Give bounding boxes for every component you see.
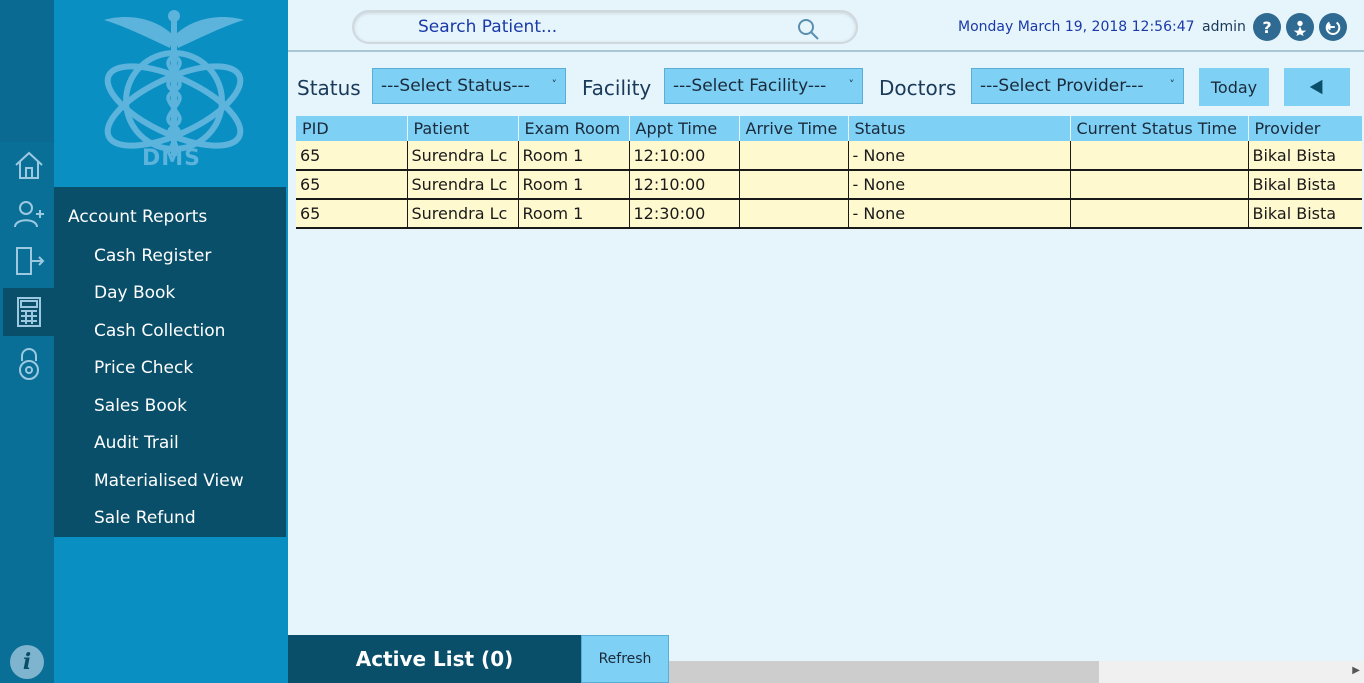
provider-select-value: ---Select Provider---: [980, 76, 1144, 96]
menu-item-price-check[interactable]: Price Check: [94, 358, 193, 378]
help-icon[interactable]: ?: [1253, 13, 1281, 41]
column-header[interactable]: Appt Time: [629, 116, 740, 141]
table-cell: Surendra Lc: [407, 141, 519, 171]
triangle-left-icon: [1309, 79, 1323, 95]
active-list-label[interactable]: Active List (0): [288, 635, 581, 683]
logout-icon[interactable]: [1319, 13, 1347, 41]
menu-title[interactable]: Account Reports: [68, 207, 207, 227]
menu-item-cash-register[interactable]: Cash Register: [94, 246, 211, 266]
username: admin: [1202, 19, 1246, 35]
facility-label: Facility: [582, 76, 652, 100]
table-cell: [739, 170, 849, 200]
datetime-display: Monday March 19, 2018 12:56:47: [958, 19, 1195, 35]
table-row[interactable]: 65 Surendra Lc Room 1 12:10:00 - None Bi…: [296, 170, 1362, 200]
table-cell: Surendra Lc: [407, 199, 519, 229]
table-cell: Room 1: [518, 141, 630, 171]
main-panel: Monday March 19, 2018 12:56:47 admin ? S…: [288, 0, 1364, 683]
today-button[interactable]: Today: [1199, 68, 1269, 106]
back-button[interactable]: [1284, 68, 1350, 106]
column-header[interactable]: Patient: [407, 116, 519, 141]
menu-item-audit-trail[interactable]: Audit Trail: [94, 433, 179, 453]
appointments-table: PID Patient Exam Room Appt Time Arrive T…: [296, 116, 1362, 229]
table-row[interactable]: 65 Surendra Lc Room 1 12:30:00 - None Bi…: [296, 199, 1362, 229]
status-select[interactable]: ---Select Status--- ˅: [372, 68, 566, 104]
facility-select-value: ---Select Facility---: [673, 76, 827, 96]
account-reports-menu: Account Reports Cash Register Day Book C…: [54, 187, 286, 537]
column-header[interactable]: Provider: [1248, 116, 1362, 141]
icon-rail: i: [0, 0, 54, 683]
sidebar: DMS Account Reports Cash Register Day Bo…: [54, 0, 288, 683]
refresh-button[interactable]: Refresh: [581, 635, 669, 683]
lock-gear-icon[interactable]: [3, 340, 54, 388]
add-user-icon[interactable]: [3, 190, 54, 238]
table-cell: 65: [296, 170, 408, 200]
column-header[interactable]: PID: [296, 116, 408, 141]
table-header-row: PID Patient Exam Room Appt Time Arrive T…: [296, 116, 1362, 141]
info-icon[interactable]: i: [10, 645, 44, 679]
calculator-icon[interactable]: [3, 288, 54, 336]
horizontal-scrollbar[interactable]: ▶: [669, 661, 1364, 683]
column-header[interactable]: Current Status Time: [1070, 116, 1249, 141]
facility-select[interactable]: ---Select Facility--- ˅: [664, 68, 863, 104]
table-cell: [739, 199, 849, 229]
table-cell: - None: [848, 141, 1071, 171]
menu-item-sale-refund[interactable]: Sale Refund: [94, 508, 196, 528]
table-cell: 12:10:00: [629, 141, 740, 171]
table-row[interactable]: 65 Surendra Lc Room 1 12:10:00 - None Bi…: [296, 141, 1362, 171]
menu-item-day-book[interactable]: Day Book: [94, 283, 175, 303]
chevron-down-icon: ˅: [848, 78, 855, 91]
table-cell: [739, 141, 849, 171]
table-cell: - None: [848, 170, 1071, 200]
table-cell: Room 1: [518, 170, 630, 200]
search-input[interactable]: [418, 17, 838, 37]
logo-text: DMS: [142, 146, 201, 171]
status-label: Status: [297, 76, 361, 100]
table-cell: Bikal Bista: [1248, 170, 1362, 200]
menu-item-cash-collection[interactable]: Cash Collection: [94, 321, 225, 341]
table-cell: Bikal Bista: [1248, 141, 1362, 171]
table-cell: [1070, 141, 1249, 171]
status-select-value: ---Select Status---: [381, 76, 530, 96]
chevron-down-icon: ˅: [551, 78, 558, 91]
footer-bar: Active List (0) Refresh ▶: [288, 635, 1364, 683]
home-icon[interactable]: [3, 141, 54, 189]
search-box: [352, 10, 858, 44]
chevron-down-icon: ˅: [1169, 78, 1176, 91]
table-cell: 12:30:00: [629, 199, 740, 229]
doctors-label: Doctors: [879, 76, 957, 100]
table-cell: Room 1: [518, 199, 630, 229]
table-cell: Bikal Bista: [1248, 199, 1362, 229]
table-cell: 65: [296, 199, 408, 229]
scroll-right-arrow-icon[interactable]: ▶: [1352, 665, 1360, 676]
rail-top-block: [0, 0, 54, 142]
table-cell: - None: [848, 199, 1071, 229]
menu-item-sales-book[interactable]: Sales Book: [94, 396, 187, 416]
table-cell: [1070, 199, 1249, 229]
exit-door-icon[interactable]: [3, 237, 54, 285]
column-header[interactable]: Exam Room: [518, 116, 630, 141]
table-cell: 65: [296, 141, 408, 171]
provider-select[interactable]: ---Select Provider--- ˅: [971, 68, 1184, 104]
table-cell: [1070, 170, 1249, 200]
menu-item-materialised-view[interactable]: Materialised View: [94, 471, 244, 491]
column-header[interactable]: Arrive Time: [739, 116, 849, 141]
column-header[interactable]: Status: [848, 116, 1071, 141]
filter-bar: Status ---Select Status--- ˅ Facility --…: [288, 66, 1364, 108]
search-icon[interactable]: [796, 17, 820, 41]
table-cell: 12:10:00: [629, 170, 740, 200]
profile-star-icon[interactable]: [1286, 13, 1314, 41]
table-cell: Surendra Lc: [407, 170, 519, 200]
scrollbar-thumb[interactable]: [669, 661, 1099, 683]
top-bar: Monday March 19, 2018 12:56:47 admin ?: [288, 0, 1364, 52]
